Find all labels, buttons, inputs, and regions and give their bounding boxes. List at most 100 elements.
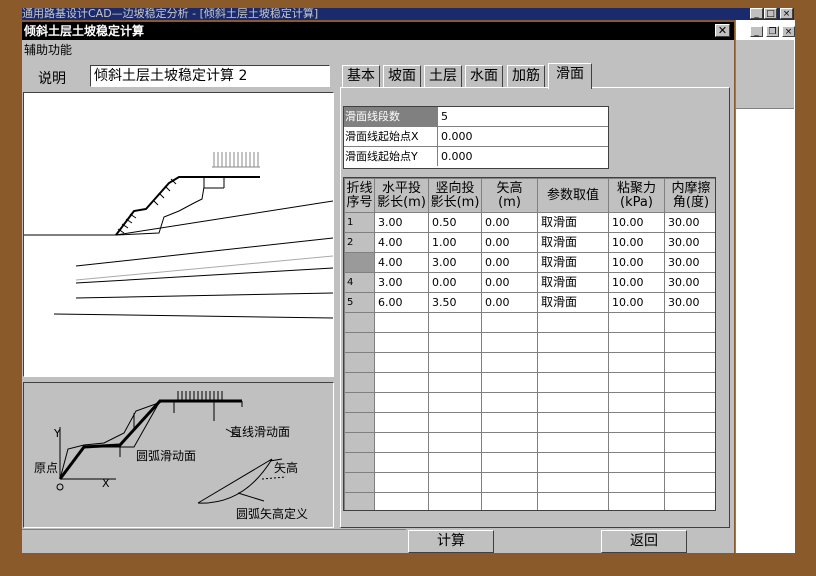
- sag-height-cell[interactable]: [481, 352, 538, 373]
- menu-aux-functions[interactable]: 辅助功能: [24, 43, 72, 57]
- table-row[interactable]: 5 6.00 3.50 0.00 取滑面 10.00 30.00: [344, 292, 715, 313]
- horizontal-length-cell[interactable]: [374, 452, 429, 473]
- table-row[interactable]: [344, 452, 715, 473]
- horizontal-length-cell[interactable]: [374, 412, 429, 433]
- friction-angle-cell[interactable]: [664, 312, 715, 333]
- param-source-cell[interactable]: [537, 412, 609, 433]
- horizontal-length-cell[interactable]: 6.00: [374, 292, 429, 313]
- param-source-cell[interactable]: [537, 392, 609, 413]
- vertical-length-cell[interactable]: [428, 452, 482, 473]
- horizontal-length-cell[interactable]: [374, 432, 429, 453]
- sag-height-cell[interactable]: [481, 472, 538, 493]
- cohesion-cell[interactable]: 10.00: [608, 232, 665, 253]
- friction-angle-cell[interactable]: [664, 452, 715, 473]
- doc-restore-button[interactable]: ❐: [766, 26, 779, 37]
- friction-angle-cell[interactable]: [664, 432, 715, 453]
- back-button[interactable]: 返回: [601, 530, 687, 553]
- cohesion-cell[interactable]: [608, 412, 665, 433]
- cohesion-cell[interactable]: [608, 332, 665, 353]
- vertical-length-cell[interactable]: [428, 492, 482, 510]
- table-row[interactable]: [344, 432, 715, 453]
- param-source-cell[interactable]: [537, 312, 609, 333]
- sag-height-cell[interactable]: [481, 492, 538, 510]
- slip-start-y-input[interactable]: 0.000: [441, 147, 473, 166]
- segment-no-cell[interactable]: [344, 472, 375, 493]
- param-source-cell[interactable]: [537, 432, 609, 453]
- table-row[interactable]: [344, 352, 715, 373]
- segment-no-cell[interactable]: [344, 452, 375, 473]
- cohesion-cell[interactable]: [608, 312, 665, 333]
- segment-no-cell[interactable]: [344, 432, 375, 453]
- tab-slip-surface[interactable]: 滑面: [548, 63, 592, 89]
- vertical-length-cell[interactable]: [428, 332, 482, 353]
- sag-height-cell[interactable]: [481, 412, 538, 433]
- friction-angle-cell[interactable]: [664, 372, 715, 393]
- friction-angle-cell[interactable]: [664, 392, 715, 413]
- tab-reinforcement[interactable]: 加筋: [507, 65, 545, 87]
- vertical-length-cell[interactable]: 3.00: [428, 252, 482, 273]
- param-source-cell[interactable]: 取滑面: [537, 252, 609, 273]
- friction-angle-cell[interactable]: [664, 412, 715, 433]
- cohesion-cell[interactable]: [608, 432, 665, 453]
- sag-height-cell[interactable]: 0.00: [481, 272, 538, 293]
- vertical-length-cell[interactable]: [428, 352, 482, 373]
- param-source-cell[interactable]: 取滑面: [537, 272, 609, 293]
- friction-angle-cell[interactable]: [664, 332, 715, 353]
- table-row[interactable]: [344, 492, 715, 510]
- doc-close-button[interactable]: ×: [782, 26, 795, 37]
- param-source-cell[interactable]: [537, 492, 609, 510]
- table-row[interactable]: [344, 392, 715, 413]
- sag-height-cell[interactable]: 0.00: [481, 232, 538, 253]
- param-source-cell[interactable]: [537, 352, 609, 373]
- segment-no-cell[interactable]: [344, 372, 375, 393]
- table-row[interactable]: [344, 372, 715, 393]
- friction-angle-cell[interactable]: 30.00: [664, 212, 715, 233]
- slip-segment-count-input[interactable]: 5: [441, 107, 448, 126]
- horizontal-length-cell[interactable]: [374, 312, 429, 333]
- friction-angle-cell[interactable]: 30.00: [664, 232, 715, 253]
- cohesion-cell[interactable]: [608, 452, 665, 473]
- table-row[interactable]: 2 4.00 1.00 0.00 取滑面 10.00 30.00: [344, 232, 715, 253]
- friction-angle-cell[interactable]: [664, 472, 715, 493]
- table-row[interactable]: [344, 412, 715, 433]
- vertical-length-cell[interactable]: 1.00: [428, 232, 482, 253]
- table-row[interactable]: 4.00 3.00 0.00 取滑面 10.00 30.00: [344, 252, 715, 273]
- cohesion-cell[interactable]: 10.00: [608, 272, 665, 293]
- horizontal-length-cell[interactable]: [374, 352, 429, 373]
- segment-no-cell[interactable]: 4: [344, 272, 375, 293]
- horizontal-length-cell[interactable]: [374, 372, 429, 393]
- tab-soil-layer[interactable]: 土层: [424, 65, 462, 87]
- vertical-length-cell[interactable]: 0.50: [428, 212, 482, 233]
- doc-minimize-button[interactable]: _: [750, 26, 763, 37]
- segment-no-cell[interactable]: [344, 312, 375, 333]
- horizontal-length-cell[interactable]: 4.00: [374, 252, 429, 273]
- vertical-length-cell[interactable]: [428, 372, 482, 393]
- friction-angle-cell[interactable]: 30.00: [664, 292, 715, 313]
- sag-height-cell[interactable]: [481, 372, 538, 393]
- app-close-button[interactable]: ×: [780, 8, 793, 19]
- segment-no-cell[interactable]: 5: [344, 292, 375, 313]
- tab-water-surface[interactable]: 水面: [465, 65, 503, 87]
- cohesion-cell[interactable]: 10.00: [608, 292, 665, 313]
- vertical-length-cell[interactable]: 3.50: [428, 292, 482, 313]
- horizontal-length-cell[interactable]: [374, 472, 429, 493]
- segment-no-cell[interactable]: [344, 412, 375, 433]
- segment-no-cell[interactable]: [344, 352, 375, 373]
- vertical-length-cell[interactable]: [428, 392, 482, 413]
- horizontal-length-cell[interactable]: 3.00: [374, 212, 429, 233]
- horizontal-length-cell[interactable]: 3.00: [374, 272, 429, 293]
- table-row[interactable]: 4 3.00 0.00 0.00 取滑面 10.00 30.00: [344, 272, 715, 293]
- tab-slope-face[interactable]: 坡面: [383, 65, 421, 87]
- sag-height-cell[interactable]: [481, 432, 538, 453]
- friction-angle-cell[interactable]: [664, 492, 715, 510]
- horizontal-length-cell[interactable]: [374, 492, 429, 510]
- table-row[interactable]: [344, 312, 715, 333]
- calculate-button[interactable]: 计算: [408, 530, 494, 553]
- param-source-cell[interactable]: 取滑面: [537, 212, 609, 233]
- segment-no-cell[interactable]: [344, 332, 375, 353]
- segment-no-cell[interactable]: 1: [344, 212, 375, 233]
- dialog-close-button[interactable]: ✕: [715, 24, 730, 37]
- cohesion-cell[interactable]: [608, 372, 665, 393]
- app-maximize-button[interactable]: □: [764, 8, 777, 19]
- param-source-cell[interactable]: 取滑面: [537, 232, 609, 253]
